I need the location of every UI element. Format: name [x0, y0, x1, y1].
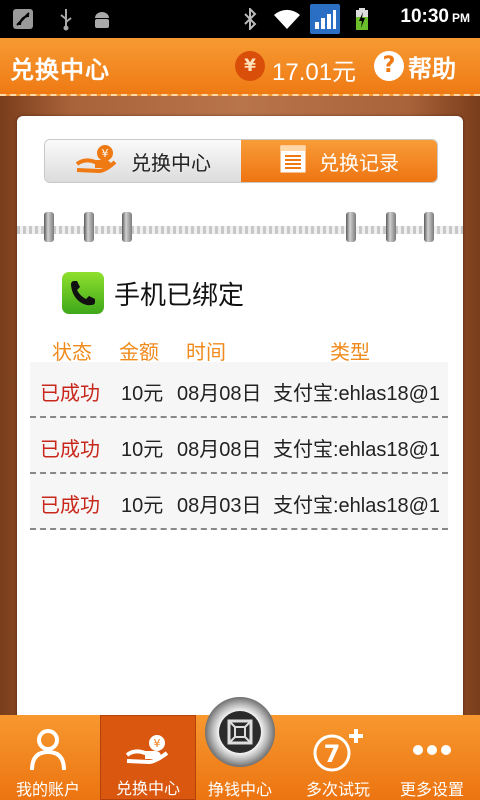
- column-header-time: 时间: [186, 340, 226, 364]
- nav-label: 我的账户: [15, 780, 80, 799]
- nav-label: 兑换中心: [115, 779, 180, 798]
- phone-bound-label: 手机已绑定: [114, 281, 245, 311]
- help-button[interactable]: ? 帮助: [374, 49, 456, 83]
- nav-label: 挣钱中心: [207, 780, 272, 799]
- column-header-amount: 金额: [119, 340, 159, 364]
- seven-plus-icon: 7: [310, 725, 366, 774]
- app-header: 兑换中心 ¥ 17.01元 ? 帮助: [0, 38, 480, 96]
- row-type: 支付宝:ehlas18@1: [273, 495, 441, 517]
- bluetooth-icon: [240, 7, 260, 31]
- hand-yuan-icon: ¥: [75, 144, 119, 179]
- tab-label: 兑换记录: [319, 150, 399, 175]
- nav-exchange-center[interactable]: ¥ 兑换中心: [100, 715, 196, 800]
- binder-ring: [122, 212, 132, 242]
- balance-amount: 17.01元: [272, 59, 357, 86]
- column-header-status: 状态: [52, 340, 92, 364]
- wifi-icon: [272, 7, 302, 31]
- row-status: 已成功: [40, 437, 100, 461]
- row-type: 支付宝:ehlas18@1: [273, 439, 441, 461]
- nav-label: 更多设置: [399, 780, 464, 799]
- nav-more-settings[interactable]: 更多设置: [384, 715, 480, 800]
- nav-label: 多次试玩: [305, 780, 370, 799]
- status-bar: 10:30 PM: [0, 0, 480, 38]
- row-amount: 10元: [121, 439, 164, 461]
- tab-bar: ¥ 兑换中心 兑换记录: [44, 139, 438, 183]
- user-icon: [28, 725, 68, 774]
- notepad-icon: [279, 144, 307, 179]
- help-icon: ?: [374, 51, 404, 81]
- hand-yuan-icon: ¥: [125, 726, 171, 773]
- binder-ring: [346, 212, 356, 242]
- row-type: 支付宝:ehlas18@1: [273, 383, 441, 405]
- nav-my-account[interactable]: 我的账户: [0, 715, 96, 800]
- binder-ring: [84, 212, 94, 242]
- android-icon: [90, 7, 114, 31]
- tab-exchange-center[interactable]: ¥ 兑换中心: [45, 140, 241, 182]
- seven-plus-icon-digit: 7: [324, 740, 341, 768]
- svg-text:¥: ¥: [102, 147, 109, 160]
- battery-charging-icon: [352, 7, 372, 31]
- row-status: 已成功: [40, 381, 100, 405]
- row-amount: 10元: [121, 383, 164, 405]
- yen-icon: ¥: [235, 51, 265, 81]
- table-row[interactable]: 已成功 10元 08月08日 支付宝:ehlas18@1: [30, 418, 448, 474]
- help-label: 帮助: [408, 54, 456, 83]
- more-dots-icon: [412, 725, 452, 774]
- row-date: 08月08日: [177, 383, 262, 405]
- usb-icon: [56, 7, 76, 31]
- svg-text:¥: ¥: [154, 737, 161, 750]
- tab-exchange-records[interactable]: 兑换记录: [241, 140, 437, 182]
- signal-icon: [310, 4, 340, 34]
- row-amount: 10元: [121, 495, 164, 517]
- table-row[interactable]: 已成功 10元 08月08日 支付宝:ehlas18@1: [30, 362, 448, 418]
- binder-ring: [386, 212, 396, 242]
- safe-icon[interactable]: [205, 697, 275, 767]
- satellite-icon: [10, 7, 36, 31]
- nav-multi-trial[interactable]: 7 多次试玩: [290, 715, 386, 800]
- table-row[interactable]: 已成功 10元 08月03日 支付宝:ehlas18@1: [30, 474, 448, 530]
- binder-ring: [424, 212, 434, 242]
- clock: 10:30 PM: [400, 6, 470, 27]
- tab-label: 兑换中心: [131, 150, 211, 175]
- row-status: 已成功: [40, 493, 100, 517]
- column-header-type: 类型: [330, 340, 370, 364]
- binder-ring: [44, 212, 54, 242]
- row-date: 08月08日: [177, 439, 262, 461]
- page-title: 兑换中心: [10, 56, 110, 84]
- phone-icon: [62, 272, 104, 314]
- row-date: 08月03日: [177, 495, 262, 517]
